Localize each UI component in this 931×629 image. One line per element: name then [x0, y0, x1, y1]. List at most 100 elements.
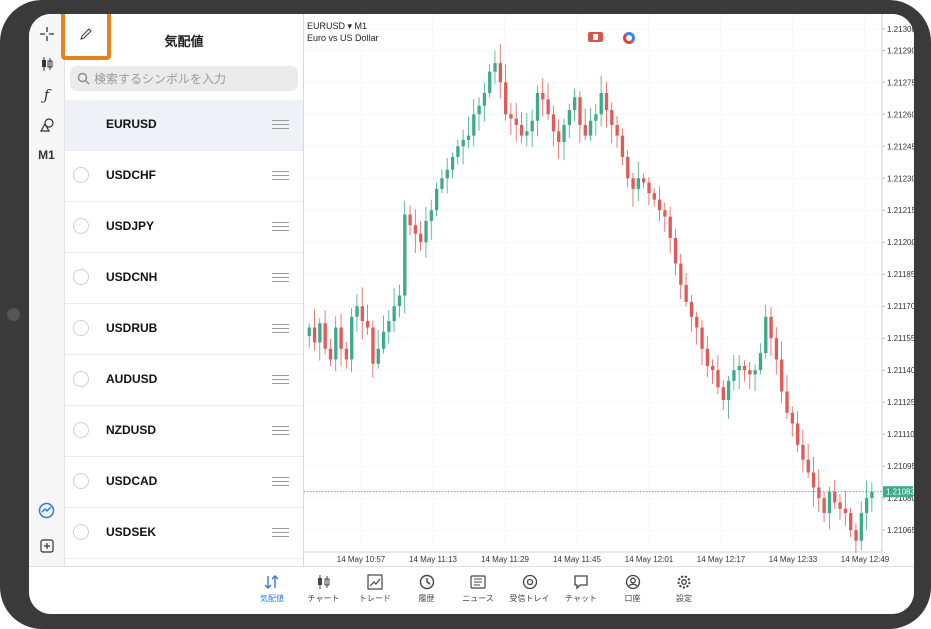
objects-icon[interactable]	[29, 113, 64, 137]
chart-symbol-label[interactable]: EURUSD ▾ M1	[307, 21, 367, 32]
price-tick-label: 1.21065	[887, 526, 914, 535]
nav-item-news[interactable]: ニュース	[453, 573, 503, 604]
price-tick-label: 1.21140	[887, 366, 914, 375]
indicator-f-icon[interactable]: ƒ	[29, 83, 64, 107]
select-radio[interactable]	[73, 269, 89, 285]
candle-body	[355, 306, 359, 317]
select-radio[interactable]	[73, 473, 89, 489]
time-tick-label: 14 May 11:13	[409, 555, 457, 564]
symbol-name: USDSEK	[106, 525, 157, 539]
candle-body	[817, 487, 821, 499]
search-placeholder: 検索するシンボルを入力	[94, 72, 227, 86]
nav-item-account[interactable]: 口座	[608, 573, 658, 604]
drag-handle-icon[interactable]	[272, 171, 289, 180]
select-radio[interactable]	[73, 371, 89, 387]
price-tick-label: 1.21290	[887, 46, 914, 55]
symbol-row[interactable]: AUDUSD	[65, 355, 303, 406]
candle-body	[753, 370, 757, 375]
candle-body	[339, 327, 343, 349]
chart-canvas[interactable]: 1.21300 1.21290 1.21275 1.21260 1.21245 1.212…	[304, 14, 914, 566]
history-clock-icon	[402, 573, 452, 591]
nav-item-history-clock[interactable]: 履歴	[402, 573, 452, 604]
drag-handle-icon[interactable]	[272, 120, 289, 129]
price-tick-label: 1.21300	[887, 25, 914, 34]
candle-body	[711, 365, 715, 371]
candle-body	[488, 71, 492, 93]
candle-body	[440, 178, 444, 189]
candle-body	[583, 124, 587, 136]
bottom-navigation: 気配値 チャート トレード 履歴 ニュース 受信トレイ チャット 口座 設定	[29, 566, 914, 614]
search-icon	[77, 72, 90, 85]
drag-handle-icon[interactable]	[272, 222, 289, 231]
nav-item-settings-gear[interactable]: 設定	[659, 573, 709, 604]
candle-body	[726, 380, 731, 401]
candle-body	[758, 353, 763, 371]
candle-body	[864, 498, 869, 514]
price-tick-label: 1.21110	[887, 430, 914, 439]
symbol-row[interactable]: USDSEK	[65, 508, 303, 559]
candle-body	[849, 513, 853, 531]
settings-gear-icon	[659, 573, 709, 591]
tablet-bezel: ƒ M1 気配値 検索するシンボルを入力 EURUSD USDCHF USDJP…	[0, 0, 931, 629]
symbol-row[interactable]: NZDUSD	[65, 406, 303, 457]
symbol-row[interactable]: EURUSD	[65, 100, 303, 151]
candle-body	[631, 178, 635, 189]
home-button[interactable]	[7, 308, 20, 321]
drag-handle-icon[interactable]	[272, 324, 289, 333]
symbol-row[interactable]: USDRUB	[65, 304, 303, 355]
nav-item-chat[interactable]: チャット	[556, 573, 606, 604]
drag-handle-icon[interactable]	[272, 426, 289, 435]
symbol-row[interactable]: USDCNH	[65, 253, 303, 304]
nav-item-chart-candles[interactable]: チャート	[299, 573, 349, 604]
candle-body	[742, 365, 747, 371]
symbol-row[interactable]: USDCAD	[65, 457, 303, 508]
drag-handle-icon[interactable]	[272, 528, 289, 537]
nav-item-mail-at[interactable]: 受信トレイ	[505, 573, 555, 604]
price-tick-label: 1.21095	[887, 462, 914, 471]
candle-body	[854, 530, 858, 541]
crosshair-icon[interactable]	[29, 22, 64, 46]
select-radio[interactable]	[73, 167, 89, 183]
app-screen: ƒ M1 気配値 検索するシンボルを入力 EURUSD USDCHF USDJP…	[29, 14, 914, 614]
nav-item-quotes-arrows[interactable]: 気配値	[247, 573, 297, 604]
candle-body	[461, 139, 465, 147]
mail-at-icon	[505, 573, 555, 591]
candle-body	[466, 135, 471, 140]
search-input[interactable]: 検索するシンボルを入力	[70, 66, 298, 91]
symbol-name: USDJPY	[106, 219, 155, 233]
new-order-icon[interactable]	[29, 534, 64, 558]
candlestick-icon[interactable]	[29, 52, 64, 76]
candle-body	[588, 120, 593, 136]
candle-body	[519, 124, 524, 136]
select-radio[interactable]	[73, 320, 89, 336]
candle-body	[318, 323, 322, 343]
price-chart[interactable]: 1.21300 1.21290 1.21275 1.21260 1.21245 1.212…	[304, 14, 914, 566]
nav-item-trade-line[interactable]: トレード	[350, 573, 400, 604]
nav-label: チャット	[565, 594, 597, 603]
trade-chart-icon[interactable]	[29, 498, 64, 522]
candle-body	[663, 210, 667, 217]
time-tick-label: 14 May 12:17	[697, 555, 746, 564]
connection-indicator-icon[interactable]	[623, 32, 635, 44]
candle-body	[557, 131, 561, 143]
trade-indicator-icon[interactable]	[588, 32, 603, 42]
symbol-row[interactable]: USDJPY	[65, 202, 303, 253]
price-tick-label: 1.21155	[887, 334, 914, 343]
symbol-row[interactable]: USDCHF	[65, 151, 303, 202]
candle-body	[673, 237, 678, 264]
drag-handle-icon[interactable]	[272, 273, 289, 282]
candle-body	[546, 99, 550, 115]
drag-handle-icon[interactable]	[272, 375, 289, 384]
time-tick-label: 14 May 11:45	[553, 555, 601, 564]
candle-body	[668, 216, 672, 238]
symbol-name: NZDUSD	[106, 423, 156, 437]
select-radio[interactable]	[73, 218, 89, 234]
candle-body	[323, 323, 327, 349]
candle-body	[780, 359, 784, 392]
select-radio[interactable]	[73, 422, 89, 438]
drag-handle-icon[interactable]	[272, 477, 289, 486]
candle-body	[811, 472, 816, 488]
select-radio[interactable]	[73, 524, 89, 540]
timeframe-button[interactable]: M1	[29, 143, 64, 167]
candle-body	[397, 295, 402, 307]
